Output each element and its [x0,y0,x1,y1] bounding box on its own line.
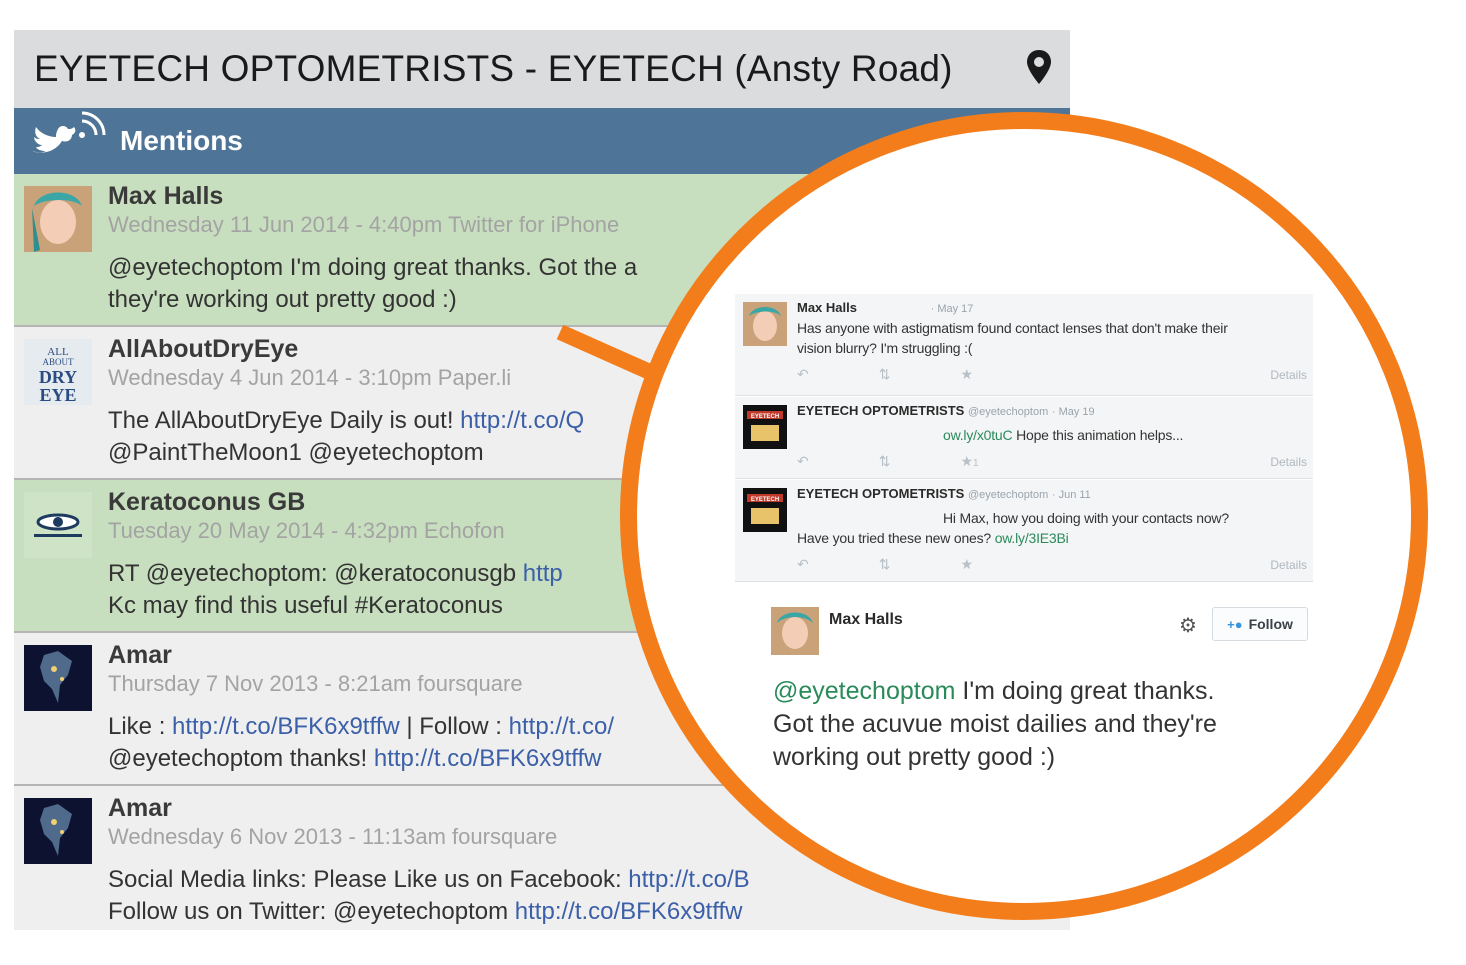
retweet-icon[interactable]: ⇅ [879,556,891,573]
svg-text:EYE: EYE [39,385,76,405]
post-text: @eyetechoptom thanks! [108,745,374,772]
gear-icon[interactable]: ⚙ [1179,613,1197,638]
location-header: EYETECH OPTOMETRISTS - EYETECH (Ansty Ro… [14,30,1070,108]
post-link[interactable]: http://t.co/ [509,713,614,740]
thread-tweet[interactable]: EYETECH EYETECH OPTOMETRISTS @eyetechopt… [735,397,1313,479]
author-name[interactable]: Keratoconus GB [108,488,305,517]
post-text: Follow us on Twitter: @eyetechoptom [108,898,515,925]
follow-label: Follow [1248,616,1293,632]
details-link[interactable]: Details [1270,455,1307,469]
avatar [743,302,787,346]
author-name[interactable]: Max Halls [108,182,223,211]
tweet-author: EYETECH OPTOMETRISTS @eyetechoptom · Jun… [797,486,1091,501]
post-meta: Wednesday 11 Jun 2014 - 4:40pm Twitter f… [108,212,620,237]
post-link[interactable]: http [523,560,563,587]
tweet-author: Max Halls · May 17 [797,300,974,315]
post-link[interactable]: http://t.co/BFK6x9tffw [172,713,400,740]
location-pin-icon[interactable] [1024,48,1054,88]
mentions-title: Mentions [120,125,243,156]
details-link[interactable]: Details [1270,368,1307,382]
tweet-link[interactable]: ow.ly/x0tuC [943,427,1013,443]
svg-text:ABOUT: ABOUT [43,357,75,367]
post-link[interactable]: http://t.co/BFK6x9tffw [515,898,743,925]
favorite-count: 1 [973,458,979,469]
avatar [771,607,819,655]
post-text: Kc may find this useful #Keratoconus [108,592,503,619]
svg-text:EYETECH: EYETECH [751,414,779,420]
post-link[interactable]: http://t.co/B [628,866,749,893]
avatar: EYETECH [743,488,787,532]
post-meta: Tuesday 20 May 2014 - 4:32pm Echofon [108,518,505,543]
follow-button[interactable]: +● Follow [1212,607,1308,641]
twitter-bird-icon [32,111,106,153]
post-body: RT @eyetechoptom: @keratoconusgb http Kc… [108,558,563,622]
post-text: | Follow : [399,713,509,740]
post-body: @eyetechoptom I'm doing great thanks. Go… [108,252,637,316]
tweet-author: EYETECH OPTOMETRISTS @eyetechoptom · May… [797,403,1095,418]
reply-icon[interactable]: ↶ [797,453,809,470]
post-text: Like : [108,713,173,740]
retweet-icon[interactable]: ⇅ [879,453,891,470]
avatar: ALL ABOUT DRY EYE [24,339,92,405]
details-link[interactable]: Details [1270,558,1307,572]
tweet-text: @eyetechoptom I'm doing great thanks. Go… [773,677,1217,771]
mention-link[interactable]: @eyetechoptom [773,677,955,705]
author-name[interactable]: Amar [108,641,172,670]
tweet-text: ow.ly/x0tuC Hope this animation helps... [943,427,1184,443]
tweet-actions: ↶ ⇅ ★1 [797,453,979,470]
reply-icon[interactable]: ↶ [797,366,809,383]
tweet-actions: ↶ ⇅ ★ [797,556,973,573]
thread-tweet[interactable]: Max Halls · May 17 Has anyone with astig… [735,294,1313,396]
post-link[interactable]: http://t.co/Q [460,407,584,434]
avatar [24,798,92,864]
post-text: @eyetechoptom I'm doing great thanks. Go… [108,254,638,281]
avatar [24,645,92,711]
zoomed-tweet: Max Halls ⚙ +● Follow @eyetechoptom I'm … [767,607,1327,807]
thread-tweet[interactable]: EYETECH EYETECH OPTOMETRISTS @eyetechopt… [735,480,1313,582]
tweet-text: Has anyone with astigmatism found contac… [797,320,1228,356]
author-name[interactable]: Amar [108,794,172,823]
svg-text:DRY: DRY [39,367,77,387]
reply-icon[interactable]: ↶ [797,556,809,573]
post-text: RT @eyetechoptom: @keratoconusgb [108,560,523,587]
retweet-icon[interactable]: ⇅ [879,366,891,383]
post-text: @PaintTheMoon1 @eyetechoptom [108,439,484,466]
favorite-icon[interactable]: ★1 [960,453,978,470]
post-link[interactable]: http://t.co/BFK6x9tffw [374,745,602,772]
svg-text:EYETECH: EYETECH [751,497,779,503]
tweet-actions: ↶ ⇅ ★ [797,366,973,383]
post-body: Social Media links: Please Like us on Fa… [108,864,750,928]
favorite-icon[interactable]: ★ [960,366,973,383]
favorite-icon[interactable]: ★ [960,556,973,573]
tweet-text: Have you tried these new ones? ow.ly/3IE… [797,530,1069,546]
post-body: Like : http://t.co/BFK6x9tffw | Follow :… [108,711,614,775]
tweet-text: Hi Max, how you doing with your contacts… [943,510,1229,526]
post-text: Social Media links: Please Like us on Fa… [108,866,629,893]
post-body: The AllAboutDryEye Daily is out! http://… [108,405,584,469]
post-text: The AllAboutDryEye Daily is out! [108,407,461,434]
author-name[interactable]: AllAboutDryEye [108,335,298,364]
zoom-magnifier: Max Halls · May 17 Has anyone with astig… [620,112,1428,920]
post-meta: Wednesday 4 Jun 2014 - 3:10pm Paper.li [108,365,512,390]
avatar [24,492,92,558]
tweet-author[interactable]: Max Halls [829,611,903,629]
add-user-icon: +● [1227,616,1243,632]
post-meta: Thursday 7 Nov 2013 - 8:21am foursquare [108,671,523,696]
tweet-link[interactable]: ow.ly/3IE3Bi [995,530,1069,546]
post-meta: Wednesday 6 Nov 2013 - 11:13am foursquar… [108,824,558,849]
post-text: they're working out pretty good :) [108,286,457,313]
location-title: EYETECH OPTOMETRISTS - EYETECH (Ansty Ro… [34,48,953,89]
avatar [24,186,92,252]
avatar: EYETECH [743,405,787,449]
